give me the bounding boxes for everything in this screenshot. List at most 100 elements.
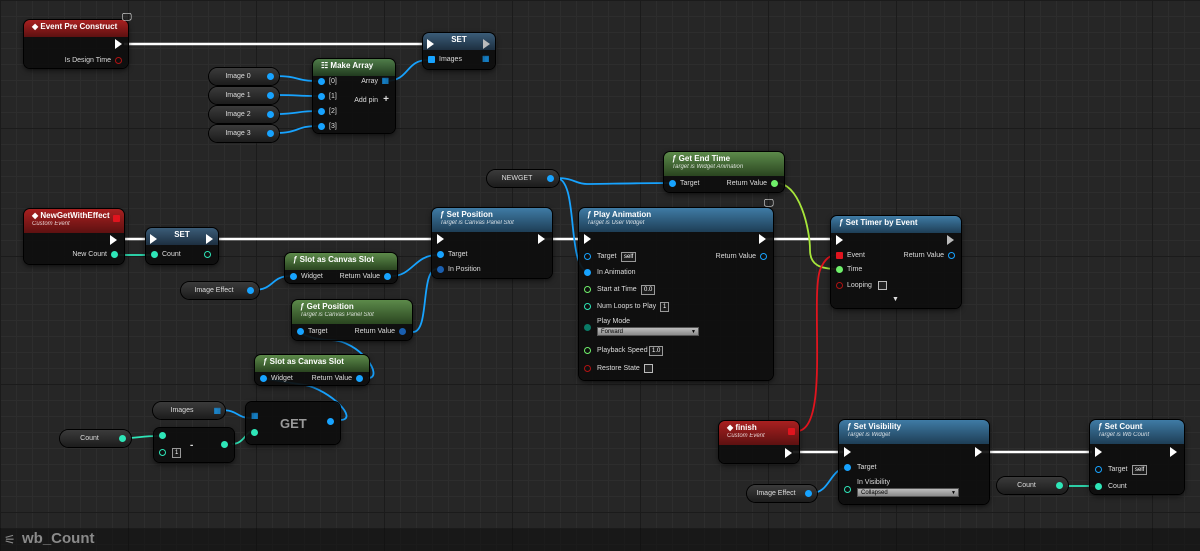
exec-out-pin[interactable] xyxy=(975,447,982,457)
target-pin[interactable] xyxy=(844,464,851,471)
time-pin[interactable] xyxy=(836,266,843,273)
return-value-pin[interactable] xyxy=(771,180,778,187)
exec-in-pin[interactable] xyxy=(844,447,851,457)
image-effect-pin-2[interactable] xyxy=(805,490,812,497)
index-in-pin[interactable] xyxy=(251,429,258,436)
target-pin[interactable] xyxy=(437,251,444,258)
newget-pin[interactable] xyxy=(547,175,554,182)
set-count-function-node[interactable]: ƒ Set Count Target is Wb Count Target sel… xyxy=(1090,420,1184,494)
return-value-pin[interactable] xyxy=(356,375,363,382)
start-at-time-value[interactable]: 0.0 xyxy=(641,285,656,295)
return-value-pin[interactable] xyxy=(399,328,406,335)
num-loops-pin[interactable] xyxy=(584,303,591,310)
looping-checkbox[interactable] xyxy=(878,281,887,290)
play-mode-dropdown[interactable]: Forward xyxy=(597,327,699,337)
exec-in-pin[interactable] xyxy=(836,235,843,245)
set-timer-by-event-node[interactable]: ƒ Set Timer by Event Event Return Value … xyxy=(831,216,961,308)
return-value-pin[interactable] xyxy=(948,252,955,259)
slot-as-canvas-slot-node-2[interactable]: ƒ Slot as Canvas Slot Widget Return Valu… xyxy=(255,355,369,385)
image-1-pin[interactable] xyxy=(267,92,274,99)
widget-in-pin[interactable] xyxy=(260,375,267,382)
return-value-pin[interactable] xyxy=(760,253,767,260)
exec-in-pin[interactable] xyxy=(150,234,157,244)
slot-as-canvas-slot-node-1[interactable]: ƒ Slot as Canvas Slot Widget Return Valu… xyxy=(285,253,397,283)
new-count-pin[interactable] xyxy=(111,251,118,258)
get-position-node[interactable]: ƒ Get Position Target is Canvas Panel Slo… xyxy=(292,300,412,340)
array-in-1-pin[interactable] xyxy=(318,93,325,100)
looping-pin[interactable] xyxy=(836,282,843,289)
target-pin[interactable] xyxy=(1095,466,1102,473)
array-out-pin[interactable]: ▦ xyxy=(381,76,389,85)
in-position-pin[interactable] xyxy=(437,266,444,273)
exec-in-pin[interactable] xyxy=(427,39,434,49)
new-get-with-effect-node[interactable]: ◆ NewGetWithEffect Custom Event New Count xyxy=(24,209,124,264)
image-effect-variable-2[interactable]: Image Effect xyxy=(747,485,817,502)
add-pin-label[interactable]: Add pin xyxy=(354,97,378,104)
restore-state-checkbox[interactable] xyxy=(644,364,653,373)
exec-out-pin[interactable] xyxy=(206,234,213,244)
count-variable-2[interactable]: Count xyxy=(997,477,1068,494)
exec-out-pin[interactable] xyxy=(759,234,766,244)
subtract-a-pin[interactable] xyxy=(159,432,166,439)
in-visibility-dropdown[interactable]: Collapsed xyxy=(857,488,959,498)
count-out-pin[interactable] xyxy=(204,251,211,258)
playback-speed-value[interactable]: 1.0 xyxy=(649,346,664,356)
is-design-time-pin[interactable] xyxy=(115,57,122,64)
event-pin[interactable] xyxy=(836,252,843,259)
exec-out-pin[interactable] xyxy=(947,235,954,245)
playback-speed-pin[interactable] xyxy=(584,347,591,354)
play-mode-pin[interactable] xyxy=(584,324,591,331)
subtract-out-pin[interactable] xyxy=(221,441,228,448)
image-2-variable[interactable]: Image 2 xyxy=(209,106,279,123)
get-out-pin[interactable] xyxy=(327,418,334,425)
exec-out-pin[interactable] xyxy=(538,234,545,244)
image-1-variable[interactable]: Image 1 xyxy=(209,87,279,104)
in-animation-pin[interactable] xyxy=(584,269,591,276)
exec-out-pin[interactable] xyxy=(483,39,490,49)
get-end-time-node[interactable]: ƒ Get End Time Target is Widget Animation… xyxy=(664,152,784,192)
add-pin-icon[interactable]: + xyxy=(383,94,389,105)
array-in-0-pin[interactable] xyxy=(318,78,325,85)
exec-out-pin[interactable] xyxy=(110,235,117,245)
images-array-pin[interactable]: ▦ xyxy=(213,402,221,419)
target-value[interactable]: self xyxy=(1132,465,1148,475)
widget-in-pin[interactable] xyxy=(290,273,297,280)
images-variable[interactable]: Images ▦ xyxy=(153,402,225,419)
count-in-pin[interactable] xyxy=(151,251,158,258)
subtract-b-pin[interactable] xyxy=(159,449,166,456)
target-pin[interactable] xyxy=(297,328,304,335)
count-pin-2[interactable] xyxy=(1056,482,1063,489)
count-pin[interactable] xyxy=(1095,483,1102,490)
image-2-pin[interactable] xyxy=(267,111,274,118)
num-loops-value[interactable]: 1 xyxy=(660,302,670,312)
exec-out-pin[interactable] xyxy=(115,39,122,49)
set-visibility-node[interactable]: ƒ Set Visibility Target is Widget Target … xyxy=(839,420,989,504)
count-variable[interactable]: Count xyxy=(60,430,131,447)
set-images-node[interactable]: SET Images ▦ xyxy=(423,33,495,69)
in-visibility-pin[interactable] xyxy=(844,486,851,493)
event-pre-construct-node[interactable]: ◆ Event Pre Construct Is Design Time xyxy=(24,20,128,68)
subtract-node[interactable]: 1 - xyxy=(154,428,234,462)
image-effect-variable[interactable]: Image Effect xyxy=(181,282,259,299)
target-value[interactable]: self xyxy=(621,252,637,262)
return-value-pin[interactable] xyxy=(384,273,391,280)
subtract-b-value[interactable]: 1 xyxy=(172,448,182,458)
exec-out-pin[interactable] xyxy=(785,448,792,458)
finish-event-node[interactable]: ◆ finish Custom Event xyxy=(719,421,799,463)
count-pin[interactable] xyxy=(119,435,126,442)
array-in-3-pin[interactable] xyxy=(318,123,325,130)
set-count-variable-node[interactable]: SET Count xyxy=(146,228,218,264)
play-animation-node[interactable]: ƒ Play Animation Target is User Widget Ta… xyxy=(579,208,773,380)
exec-out-pin[interactable] xyxy=(1170,447,1177,457)
set-position-node[interactable]: ƒ Set Position Target is Canvas Panel Slo… xyxy=(432,208,552,278)
array-in-2-pin[interactable] xyxy=(318,108,325,115)
make-array-node[interactable]: ☷ Make Array [0] [1] [2] [3] Array ▦ Add… xyxy=(313,59,395,133)
event-delegate-pin[interactable] xyxy=(113,215,120,222)
expand-arrow-icon[interactable]: ▼ xyxy=(892,296,899,303)
exec-in-pin[interactable] xyxy=(437,234,444,244)
start-at-time-pin[interactable] xyxy=(584,286,591,293)
target-pin[interactable] xyxy=(669,180,676,187)
newget-variable[interactable]: NEWGET xyxy=(487,170,559,187)
event-delegate-pin[interactable] xyxy=(788,428,795,435)
image-0-pin[interactable] xyxy=(267,73,274,80)
